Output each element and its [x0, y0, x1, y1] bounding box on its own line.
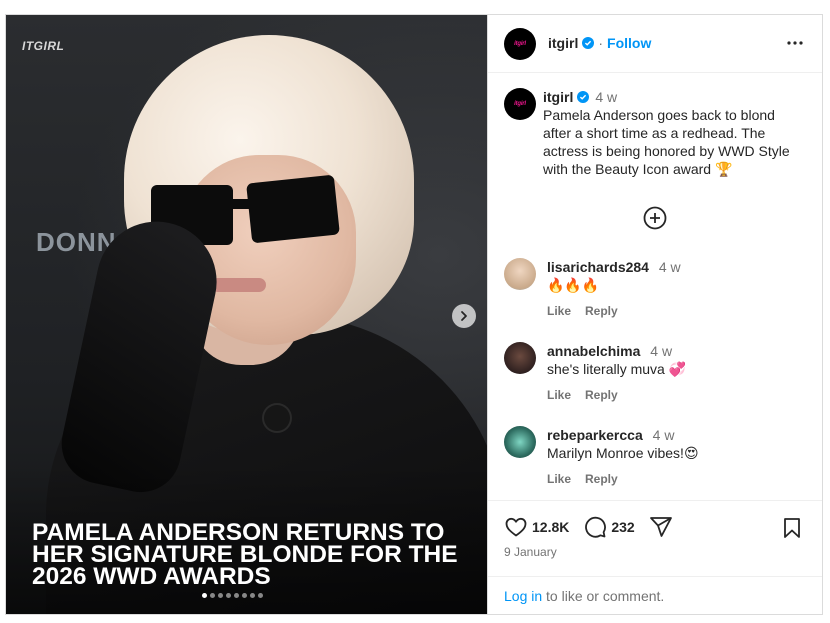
like-comment-button[interactable]: Like	[547, 388, 571, 402]
comment-username[interactable]: rebeparkercca	[547, 427, 643, 443]
next-image-button[interactable]	[452, 304, 476, 328]
login-link[interactable]: Log in	[504, 588, 542, 604]
reply-button[interactable]: Reply	[585, 388, 618, 402]
carousel-dot	[242, 593, 247, 598]
comment-text: 🔥🔥🔥	[547, 277, 600, 293]
comment-actions: Like Reply	[547, 302, 807, 320]
like-comment-button[interactable]: Like	[547, 472, 571, 486]
bookmark-icon[interactable]	[782, 517, 802, 539]
comment-body: rebeparkercca 4 w Marilyn Monroe vibes!😍…	[547, 426, 807, 488]
avatar-logo: itgirl	[514, 101, 526, 107]
follow-button[interactable]: Follow	[607, 35, 651, 51]
login-rest-text: to like or comment.	[546, 588, 665, 604]
comment-avatar[interactable]	[504, 426, 536, 458]
carousel-dot	[202, 593, 207, 598]
carousel-dot	[250, 593, 255, 598]
comment-text: she's literally muva 💞	[547, 361, 687, 377]
verified-badge-icon	[577, 91, 590, 103]
avatar[interactable]: itgirl	[504, 28, 536, 60]
heart-icon[interactable]	[504, 515, 528, 539]
comment-body: lisarichards284 4 w 🔥🔥🔥 Like Reply	[547, 258, 807, 320]
carousel-dot	[218, 593, 223, 598]
carousel-dots	[202, 593, 263, 598]
login-prompt: Log in to like or comment.	[504, 588, 664, 604]
caption-avatar[interactable]: itgirl	[504, 88, 536, 120]
reply-button[interactable]: Reply	[585, 304, 618, 318]
comment-body: annabelchima 4 w she's literally muva 💞 …	[547, 342, 807, 404]
like-comment-button[interactable]: Like	[547, 304, 571, 318]
add-circle-icon[interactable]	[643, 206, 667, 230]
comment-count[interactable]: 232	[611, 519, 634, 535]
more-options-icon[interactable]	[786, 34, 804, 52]
post-image[interactable]: DONN ITGIRL PAMELA ANDERSON RETURNS TO H…	[6, 15, 487, 614]
post-frame: DONN ITGIRL PAMELA ANDERSON RETURNS TO H…	[5, 14, 823, 615]
comment-icon[interactable]	[583, 515, 607, 539]
comment-text: Marilyn Monroe vibes!😍	[547, 445, 699, 461]
post-date: 9 January	[504, 545, 557, 559]
caption-text: Pamela Anderson goes back to blond after…	[543, 107, 790, 177]
comment-avatar[interactable]	[504, 258, 536, 290]
image-headline: PAMELA ANDERSON RETURNS TO HER SIGNATURE…	[32, 519, 458, 590]
caption-time: 4 w	[595, 89, 618, 105]
like-count[interactable]: 12.8K	[532, 519, 569, 535]
coat-button-shape	[264, 405, 290, 431]
reply-button[interactable]: Reply	[585, 472, 618, 486]
post-header: itgirl itgirl · Follow	[488, 15, 822, 73]
carousel-dot	[210, 593, 215, 598]
lips-shape	[211, 278, 266, 292]
header-username[interactable]: itgirl	[548, 35, 578, 51]
divider	[488, 576, 822, 577]
verified-badge-icon	[582, 37, 595, 49]
header-user-line: itgirl · Follow	[548, 35, 651, 51]
action-bar: 12.8K 232	[504, 515, 673, 539]
comment-time: 4 w	[658, 259, 681, 275]
comment-username[interactable]: lisarichards284	[547, 259, 649, 275]
caption-username[interactable]: itgirl	[543, 89, 573, 105]
comment-time: 4 w	[652, 427, 675, 443]
watermark-logo: ITGIRL	[22, 39, 65, 53]
post-caption: itgirl 4 w Pamela Anderson goes back to b…	[543, 88, 803, 178]
post-side-panel: itgirl itgirl · Follow itgirl itgirl 4 w …	[487, 15, 822, 614]
carousel-dot	[234, 593, 239, 598]
comment-actions: Like Reply	[547, 470, 807, 488]
comment-username[interactable]: annabelchima	[547, 343, 640, 359]
comment-avatar[interactable]	[504, 342, 536, 374]
avatar-logo: itgirl	[514, 41, 526, 47]
comment-time: 4 w	[650, 343, 673, 359]
chevron-right-icon	[461, 311, 467, 321]
divider	[488, 500, 822, 502]
carousel-dot	[258, 593, 263, 598]
carousel-dot	[226, 593, 231, 598]
header-separator: ·	[598, 35, 604, 51]
comment-actions: Like Reply	[547, 386, 807, 404]
share-icon[interactable]	[649, 515, 673, 539]
